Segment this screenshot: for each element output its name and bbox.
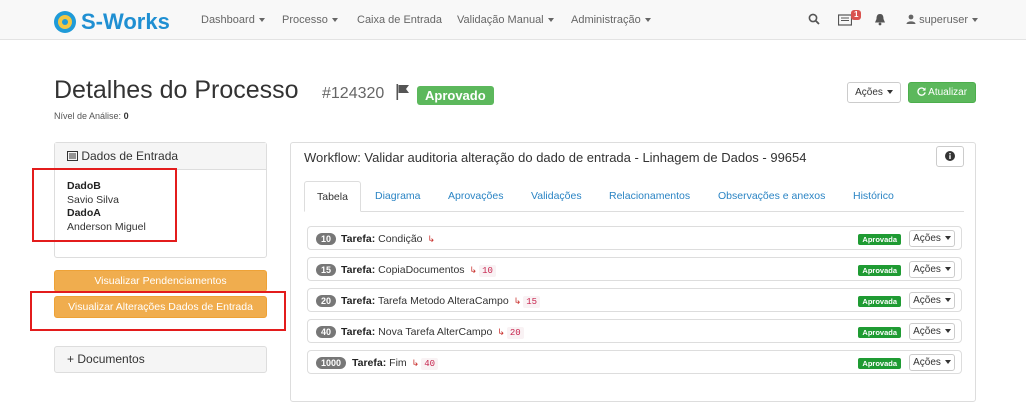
- dependency-number: 10: [479, 265, 496, 277]
- nav-administracao[interactable]: Administração: [571, 14, 651, 26]
- nav-dashboard[interactable]: Dashboard: [201, 14, 265, 26]
- visualizar-pendenciamentos-button[interactable]: Visualizar Pendenciamentos: [54, 270, 267, 292]
- caret-down-icon: [258, 18, 265, 23]
- info-button[interactable]: [936, 146, 964, 167]
- task-number-badge: 40: [316, 326, 337, 338]
- tab-validacoes[interactable]: Validações: [531, 181, 582, 212]
- task-row: 10 Tarefa: Condição ↳ Aprovada Ações: [307, 226, 962, 250]
- task-status-badge: Aprovada: [858, 265, 901, 276]
- dependency-icon: ↳: [497, 327, 505, 337]
- tab-aprovacoes[interactable]: Aprovações: [448, 181, 503, 212]
- atualizar-button[interactable]: Atualizar: [908, 82, 976, 103]
- bell-icon[interactable]: [874, 13, 886, 26]
- caret-down-icon: [944, 298, 951, 303]
- analysis-level: Nível de Análise: 0: [54, 111, 129, 121]
- nav-processo[interactable]: Processo: [282, 14, 338, 26]
- list-alt-icon: [67, 151, 78, 161]
- nav-caixa-de-entrada[interactable]: Caixa de Entrada: [357, 14, 442, 26]
- annotation-highlight-box: [32, 168, 177, 242]
- annotation-highlight-box: [30, 291, 286, 331]
- user-menu[interactable]: superuser: [906, 14, 978, 26]
- acoes-button[interactable]: Ações: [847, 82, 901, 103]
- status-badge: Aprovado: [417, 86, 494, 105]
- dependency-icon: ↳: [469, 265, 478, 275]
- caret-down-icon: [886, 90, 893, 95]
- task-acoes-button[interactable]: Ações: [909, 323, 955, 340]
- task-label: Tarefa: Fim ↳ 40: [352, 357, 439, 370]
- task-status-badge: Aprovada: [858, 327, 901, 338]
- task-status-badge: Aprovada: [858, 358, 901, 369]
- flag-icon: [396, 84, 409, 100]
- refresh-icon: [917, 87, 926, 96]
- info-sign-icon: [945, 151, 955, 161]
- documentos-panel[interactable]: + Documentos: [54, 346, 267, 373]
- task-row: 15 Tarefa: CopiaDocumentos ↳ 10 Aprovada A…: [307, 257, 962, 281]
- caret-down-icon: [644, 18, 651, 23]
- top-navbar: S-Works Dashboard Processo Caixa de Entr…: [0, 0, 1026, 40]
- task-label: Tarefa: Condição ↳: [341, 233, 436, 245]
- task-acoes-button[interactable]: Ações: [909, 354, 955, 371]
- inbox-icon[interactable]: [838, 14, 852, 26]
- workflow-tabs: Tabela Diagrama Aprovações Validações Re…: [304, 181, 964, 212]
- tab-diagrama[interactable]: Diagrama: [375, 181, 421, 212]
- dependency-icon: ↳: [411, 358, 420, 368]
- task-number-badge: 10: [316, 233, 337, 245]
- task-row: 1000 Tarefa: Fim ↳ 40 Aprovada Ações: [307, 350, 962, 374]
- task-label: Tarefa: CopiaDocumentos ↳ 10: [341, 264, 496, 277]
- search-icon[interactable]: [808, 13, 820, 25]
- documentos-heading: + Documentos: [67, 352, 145, 366]
- page-title: Detalhes do Processo: [54, 76, 299, 104]
- caret-down-icon: [971, 18, 978, 23]
- brand-logo-link[interactable]: S-Works: [54, 9, 170, 35]
- s-works-logo-icon: [54, 11, 76, 33]
- task-acoes-button[interactable]: Ações: [909, 230, 955, 247]
- brand-name: S-Works: [81, 9, 170, 34]
- dependency-number: 20: [506, 327, 524, 339]
- task-row: 20 Tarefa: Tarefa Metodo AlteraCampo ↳ 15 …: [307, 288, 962, 312]
- process-number: #124320: [322, 85, 385, 102]
- caret-down-icon: [547, 18, 554, 23]
- dependency-number: 15: [523, 296, 541, 308]
- user-icon: [906, 14, 916, 24]
- workflow-title: Workflow: Validar auditoria alteração do…: [304, 150, 807, 165]
- task-label: Tarefa: Nova Tarefa AlterCampo ↳ 20: [341, 326, 524, 339]
- caret-down-icon: [944, 329, 951, 334]
- dependency-icon: ↳: [427, 234, 436, 244]
- caret-down-icon: [944, 267, 951, 272]
- task-label: Tarefa: Tarefa Metodo AlteraCampo ↳ 15: [341, 295, 541, 308]
- task-status-badge: Aprovada: [858, 296, 901, 307]
- tab-historico[interactable]: Histórico: [853, 181, 894, 212]
- task-number-badge: 20: [316, 295, 337, 307]
- caret-down-icon: [944, 360, 951, 365]
- nav-validacao-manual[interactable]: Validação Manual: [457, 14, 554, 26]
- dados-entrada-heading: Dados de Entrada: [55, 143, 266, 170]
- dependency-icon: ↳: [513, 296, 522, 306]
- task-number-badge: 15: [316, 264, 337, 276]
- task-acoes-button[interactable]: Ações: [909, 292, 955, 309]
- caret-down-icon: [331, 18, 338, 23]
- tab-observacoes-anexos[interactable]: Observações e anexos: [718, 181, 825, 212]
- task-number-badge: 1000: [316, 357, 347, 369]
- task-row: 40 Tarefa: Nova Tarefa AlterCampo ↳ 20 Apr…: [307, 319, 962, 343]
- tab-relacionamentos[interactable]: Relacionamentos: [609, 181, 690, 212]
- dependency-number: 40: [421, 358, 439, 370]
- notification-count-badge: 1: [851, 10, 862, 20]
- task-acoes-button[interactable]: Ações: [909, 261, 955, 278]
- task-status-badge: Aprovada: [858, 234, 901, 245]
- tab-tabela[interactable]: Tabela: [304, 181, 361, 212]
- caret-down-icon: [944, 236, 951, 241]
